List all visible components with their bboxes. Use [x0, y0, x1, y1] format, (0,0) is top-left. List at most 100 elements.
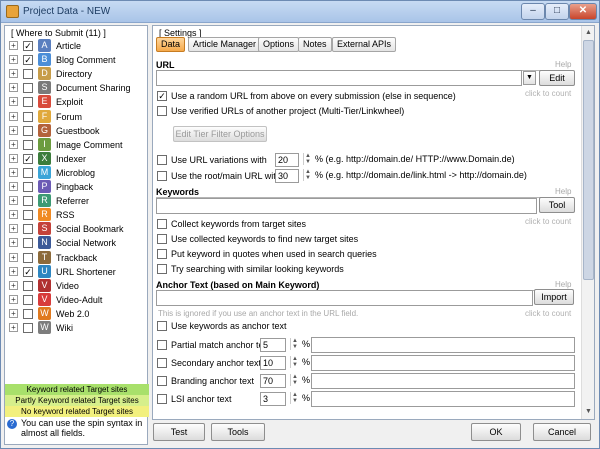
ok-button[interactable]: OK — [471, 423, 521, 441]
lsi-anchor-text-checkbox[interactable] — [157, 394, 167, 404]
anchor-help-link[interactable]: Help — [555, 280, 571, 289]
kw-use-collected-checkbox[interactable] — [157, 234, 167, 244]
root-url-spin-arrows[interactable]: ▲ ▼ — [300, 169, 312, 183]
expand-icon[interactable]: + — [9, 111, 18, 121]
target-checkbox[interactable] — [23, 196, 33, 207]
expand-icon[interactable]: + — [9, 83, 18, 93]
target-checkbox[interactable]: ✓ — [23, 266, 33, 277]
partial-match-anchor-text-spinner[interactable]: 5 — [260, 338, 286, 352]
anchor-import-button[interactable]: Import — [534, 289, 574, 305]
target-checkbox[interactable] — [23, 323, 33, 333]
tree-item-video[interactable]: + V Video — [9, 278, 147, 293]
url-variations-spin-arrows[interactable]: ▲ ▼ — [300, 153, 312, 167]
spin-up-down-icon[interactable]: ▲ ▼ — [290, 374, 299, 386]
url-click-to-count[interactable]: click to count — [525, 89, 571, 98]
minimize-button[interactable]: – — [521, 3, 545, 20]
tree-item-url-shortener[interactable]: + ✓ U URL Shortener — [9, 264, 147, 279]
expand-icon[interactable]: + — [9, 167, 18, 177]
expand-icon[interactable]: + — [9, 139, 18, 149]
tree-item-forum[interactable]: + F Forum — [9, 109, 147, 124]
tree-item-guestbook[interactable]: + G Guestbook — [9, 123, 147, 138]
tree-item-trackback[interactable]: + T Trackback — [9, 250, 147, 265]
tab-notes[interactable]: Notes — [298, 37, 332, 52]
target-checkbox[interactable] — [23, 167, 33, 178]
branding-anchor-text-input[interactable] — [311, 373, 575, 389]
target-checkbox[interactable]: ✓ — [23, 55, 33, 66]
settings-scrollbar[interactable]: ▲ ▼ — [581, 26, 594, 419]
target-checkbox[interactable] — [23, 238, 33, 249]
anchor-text-input[interactable] — [156, 290, 533, 306]
tree-item-image-comment[interactable]: + I Image Comment — [9, 137, 147, 152]
anchor-click-to-count[interactable]: click to count — [525, 309, 571, 318]
expand-icon[interactable]: + — [9, 294, 18, 304]
expand-icon[interactable]: + — [9, 238, 18, 248]
tree-item-article[interactable]: + ✓ A Article — [9, 39, 147, 53]
expand-icon[interactable]: + — [9, 252, 18, 262]
spin-up-down-icon[interactable]: ▲ ▼ — [290, 356, 299, 368]
edit-tier-filter-button[interactable]: Edit Tier Filter Options — [173, 126, 267, 142]
secondary-anchor-text-spinner[interactable]: 10 — [260, 356, 286, 370]
branding-anchor-text-checkbox[interactable] — [157, 376, 167, 386]
scroll-thumb[interactable] — [583, 40, 594, 280]
lsi-anchor-text-spinner[interactable]: 3 — [260, 392, 286, 406]
expand-icon[interactable]: + — [9, 69, 18, 79]
expand-icon[interactable]: + — [9, 210, 18, 220]
tree-item-exploit[interactable]: + E Exploit — [9, 95, 147, 109]
tree-item-blog-comment[interactable]: + ✓ B Blog Comment — [9, 53, 147, 67]
target-checkbox[interactable] — [23, 111, 33, 122]
maximize-button[interactable]: □ — [545, 3, 569, 20]
keywords-tool-button[interactable]: Tool — [539, 197, 575, 213]
tree-item-indexer[interactable]: + ✓ X Indexer — [9, 151, 147, 166]
partial-match-anchor-text-spin-arrows[interactable]: ▲ ▼ — [287, 338, 299, 352]
expand-icon[interactable]: + — [9, 266, 18, 276]
target-checkbox[interactable] — [23, 308, 33, 319]
tree-item-document-sharing[interactable]: + S Document Sharing — [9, 81, 147, 95]
target-checkbox[interactable] — [23, 125, 33, 136]
secondary-anchor-text-input[interactable] — [311, 355, 575, 371]
tree-item-video-adult[interactable]: + V Video-Adult — [9, 292, 147, 307]
url-input[interactable] — [156, 70, 522, 86]
expand-icon[interactable]: + — [9, 97, 18, 107]
target-checkbox[interactable] — [23, 69, 33, 80]
tree-item-microblog[interactable]: + M Microblog — [9, 165, 147, 180]
spin-up-down-icon[interactable]: ▲ ▼ — [303, 169, 312, 181]
root-url-checkbox[interactable] — [157, 171, 167, 181]
target-checkbox[interactable] — [23, 182, 33, 192]
spin-up-down-icon[interactable]: ▲ ▼ — [303, 153, 312, 165]
keywords-help-link[interactable]: Help — [555, 187, 571, 196]
target-checkbox[interactable]: ✓ — [23, 41, 33, 51]
expand-icon[interactable]: + — [9, 182, 18, 191]
target-checkbox[interactable]: ✓ — [23, 153, 33, 164]
root-url-spinner[interactable]: 30 — [275, 169, 299, 183]
partial-match-anchor-text-checkbox[interactable] — [157, 340, 167, 350]
expand-icon[interactable]: + — [9, 196, 18, 206]
spin-up-down-icon[interactable]: ▲ ▼ — [290, 338, 299, 350]
verified-url-checkbox[interactable] — [157, 106, 167, 116]
keywords-input[interactable] — [156, 198, 537, 214]
target-checkbox[interactable] — [23, 83, 33, 94]
url-help-link[interactable]: Help — [555, 60, 571, 69]
close-button[interactable]: ✕ — [569, 3, 597, 20]
tools-button[interactable]: Tools — [211, 423, 265, 441]
target-checkbox[interactable] — [23, 224, 33, 235]
expand-icon[interactable]: + — [9, 125, 18, 135]
tab-external-apis[interactable]: External APIs — [332, 37, 397, 52]
cancel-button[interactable]: Cancel — [533, 423, 591, 441]
branding-anchor-text-spinner[interactable]: 70 — [260, 374, 286, 388]
tree-item-social-network[interactable]: + N Social Network — [9, 236, 147, 250]
expand-icon[interactable]: + — [9, 308, 18, 318]
tree-item-wiki[interactable]: + W Wiki — [9, 321, 147, 335]
target-checkbox[interactable] — [23, 210, 33, 221]
url-dropdown-arrow[interactable]: ▼ — [523, 71, 536, 85]
use-kw-anchor-checkbox[interactable] — [157, 321, 167, 331]
expand-icon[interactable]: + — [9, 224, 18, 234]
expand-icon[interactable]: + — [9, 41, 18, 50]
expand-icon[interactable]: + — [9, 153, 18, 163]
test-button[interactable]: Test — [153, 423, 205, 441]
expand-icon[interactable]: + — [9, 55, 18, 65]
random-url-checkbox[interactable]: ✓ — [157, 91, 167, 101]
spin-up-down-icon[interactable]: ▲ ▼ — [290, 392, 299, 404]
scroll-up-icon[interactable]: ▲ — [583, 27, 594, 39]
branding-anchor-text-spin-arrows[interactable]: ▲ ▼ — [287, 374, 299, 388]
target-checkbox[interactable] — [23, 252, 33, 263]
